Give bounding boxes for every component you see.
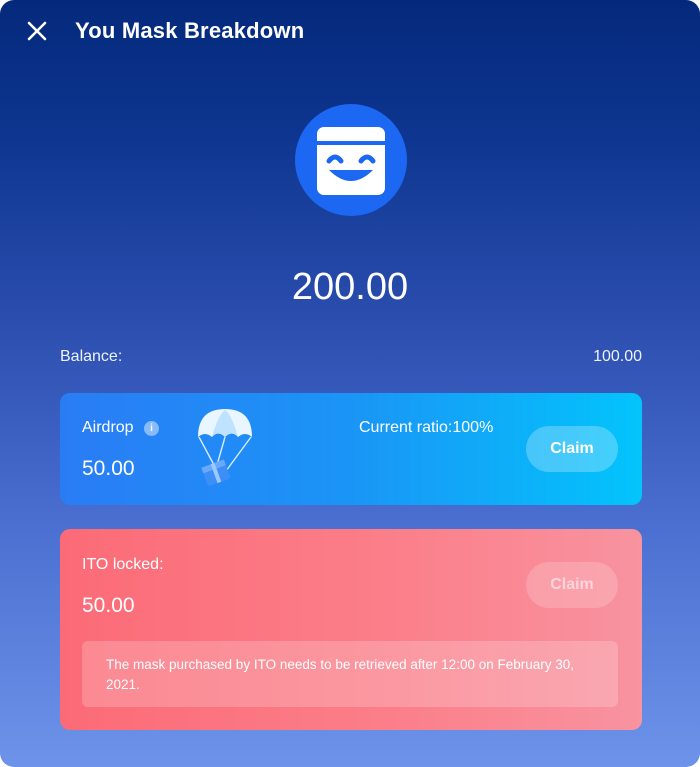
ito-notice: The mask purchased by ITO needs to be re…	[82, 641, 618, 707]
airdrop-label-row: Airdrop i	[82, 419, 160, 437]
airdrop-claim-button[interactable]: Claim	[526, 426, 618, 472]
close-icon	[27, 21, 47, 41]
total-amount: 200.00	[291, 266, 409, 308]
mask-breakdown-dialog: You Mask Breakdown 200.00 Balance: 100.0…	[0, 0, 700, 767]
airdrop-value: 50.00	[82, 457, 135, 480]
info-icon[interactable]: i	[144, 421, 160, 436]
airdrop-card: Airdrop i 50.00 Current ratio:100% Claim	[60, 393, 642, 505]
parachute-gift-icon	[198, 409, 252, 486]
airdrop-label: Airdrop	[82, 419, 134, 436]
balance-value: 100.00	[593, 348, 642, 365]
balance-label: Balance:	[60, 348, 123, 365]
mask-smile-icon	[317, 127, 385, 195]
close-button[interactable]	[24, 18, 50, 44]
dialog-title: You Mask Breakdown	[75, 18, 305, 43]
ito-claim-button[interactable]: Claim	[526, 562, 618, 608]
ito-locked-card: ITO locked: 50.00 Claim The mask purchas…	[60, 529, 642, 730]
ito-locked-value: 50.00	[82, 594, 135, 617]
current-ratio: Current ratio:100%	[359, 419, 494, 436]
mask-logo	[295, 104, 407, 216]
ito-locked-label: ITO locked:	[82, 556, 164, 573]
